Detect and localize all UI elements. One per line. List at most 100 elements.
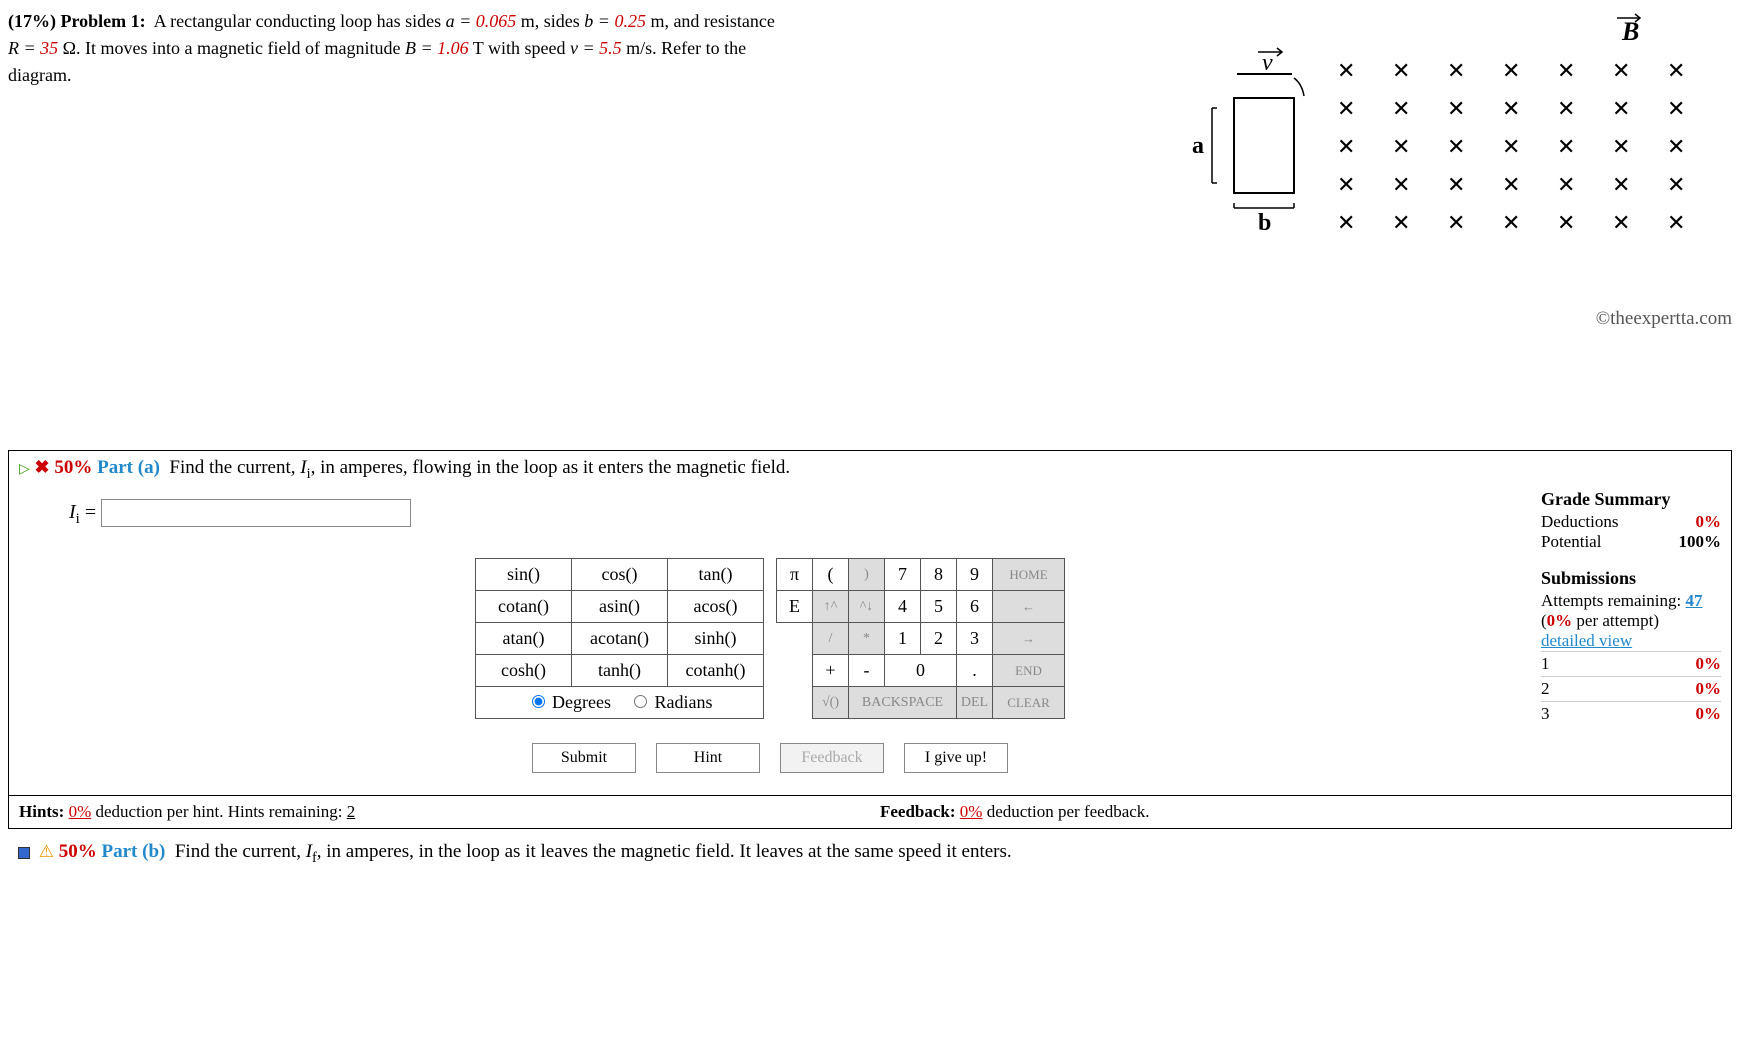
svg-text:✕: ✕ [1337,134,1355,159]
svg-text:✕: ✕ [1667,58,1685,83]
fn-cos[interactable]: cos() [572,559,668,591]
svg-text:✕: ✕ [1667,172,1685,197]
key-end[interactable]: END [993,655,1065,687]
answer-input[interactable] [101,499,411,527]
copyright-text: ©theexpertta.com [1162,308,1732,330]
close-icon[interactable]: ✖ [35,457,50,477]
key-caret-up[interactable]: ↑^ [813,591,849,623]
key-0[interactable]: 0 [885,655,957,687]
fn-acos[interactable]: acos() [668,591,764,623]
submissions-panel: Submissions Attempts remaining: 47 (0% p… [1541,568,1721,726]
fn-tan[interactable]: tan() [668,559,764,591]
radians-radio[interactable]: Radians [629,692,713,712]
numeric-keypad: π ( ) 7 8 9 HOME E ↑^ ^↓ 4 5 6 [776,558,1065,719]
expand-icon[interactable]: ▷ [19,462,30,477]
problem-title: Problem 1: [61,11,146,31]
fn-sinh[interactable]: sinh() [668,623,764,655]
key-mul[interactable]: * [849,623,885,655]
key-8[interactable]: 8 [921,559,957,591]
key-left[interactable]: ← [993,591,1065,623]
key-sqrt[interactable]: √() [813,687,849,719]
svg-text:✕: ✕ [1502,96,1520,121]
svg-text:✕: ✕ [1502,134,1520,159]
key-9[interactable]: 9 [957,559,993,591]
key-div[interactable]: / [813,623,849,655]
key-E[interactable]: E [777,591,813,623]
svg-text:✕: ✕ [1667,210,1685,235]
key-6[interactable]: 6 [957,591,993,623]
key-home[interactable]: HOME [993,559,1065,591]
detailed-view-link[interactable]: detailed view [1541,631,1721,651]
svg-text:✕: ✕ [1612,210,1630,235]
svg-text:✕: ✕ [1447,134,1465,159]
key-1[interactable]: 1 [885,623,921,655]
fn-sin[interactable]: sin() [476,559,572,591]
key-5[interactable]: 5 [921,591,957,623]
fn-acotan[interactable]: acotan() [572,623,668,655]
svg-text:✕: ✕ [1447,58,1465,83]
svg-text:✕: ✕ [1612,172,1630,197]
submit-button[interactable]: Submit [532,743,636,773]
hints-info: Hints: 0% deduction per hint. Hints rema… [9,796,870,828]
key-plus[interactable]: + [813,655,849,687]
svg-text:✕: ✕ [1447,172,1465,197]
svg-text:✕: ✕ [1392,96,1410,121]
diagram-a-label: a [1192,133,1204,159]
fn-cosh[interactable]: cosh() [476,655,572,687]
svg-text:✕: ✕ [1557,134,1575,159]
svg-text:✕: ✕ [1612,134,1630,159]
feedback-info: Feedback: 0% deduction per feedback. [870,796,1731,828]
key-backspace[interactable]: BACKSPACE [849,687,957,719]
grade-summary: Grade Summary Deductions0% Potential100% [1541,489,1721,552]
function-keypad: sin()cos()tan() cotan()asin()acos() atan… [475,558,764,719]
giveup-button[interactable]: I give up! [904,743,1008,773]
svg-text:✕: ✕ [1612,96,1630,121]
svg-text:✕: ✕ [1392,210,1410,235]
diagram-b-label: b [1258,210,1271,236]
part-b-header: ⚠ 50% Part (b) Find the current, If, in … [8,829,1732,867]
fn-atan[interactable]: atan() [476,623,572,655]
part-a-header: ▷ ✖ 50% Part (a) Find the current, Ii, i… [9,451,1731,489]
fn-tanh[interactable]: tanh() [572,655,668,687]
key-clear[interactable]: CLEAR [993,687,1065,719]
svg-text:✕: ✕ [1557,58,1575,83]
key-del[interactable]: DEL [957,687,993,719]
key-dot[interactable]: . [957,655,993,687]
svg-text:✕: ✕ [1447,96,1465,121]
svg-text:✕: ✕ [1502,210,1520,235]
svg-text:✕: ✕ [1667,96,1685,121]
key-pi[interactable]: π [777,559,813,591]
key-caret-down[interactable]: ^↓ [849,591,885,623]
key-lparen[interactable]: ( [813,559,849,591]
feedback-button[interactable]: Feedback [780,743,884,773]
svg-text:✕: ✕ [1337,172,1355,197]
svg-text:✕: ✕ [1337,58,1355,83]
problem-diagram: B v a b ✕✕✕✕✕✕✕ [1162,8,1732,330]
svg-text:✕: ✕ [1557,96,1575,121]
svg-text:✕: ✕ [1667,134,1685,159]
svg-text:✕: ✕ [1447,210,1465,235]
answer-line: Ii = [19,489,1521,549]
key-4[interactable]: 4 [885,591,921,623]
key-7[interactable]: 7 [885,559,921,591]
svg-text:✕: ✕ [1502,172,1520,197]
key-right[interactable]: → [993,623,1065,655]
svg-text:✕: ✕ [1337,96,1355,121]
fn-cotan[interactable]: cotan() [476,591,572,623]
key-minus[interactable]: - [849,655,885,687]
fn-asin[interactable]: asin() [572,591,668,623]
hint-button[interactable]: Hint [656,743,760,773]
fn-cotanh[interactable]: cotanh() [668,655,764,687]
square-icon [18,847,30,859]
key-rparen[interactable]: ) [849,559,885,591]
part-a-box: ▷ ✖ 50% Part (a) Find the current, Ii, i… [8,450,1732,829]
svg-text:✕: ✕ [1392,58,1410,83]
diagram-v-label: v [1262,50,1273,76]
warning-icon: ⚠ [39,842,54,861]
svg-text:✕: ✕ [1392,172,1410,197]
key-2[interactable]: 2 [921,623,957,655]
key-3[interactable]: 3 [957,623,993,655]
problem-weight: (17%) [8,11,56,31]
svg-text:✕: ✕ [1502,58,1520,83]
degrees-radio[interactable]: Degrees [527,692,611,712]
